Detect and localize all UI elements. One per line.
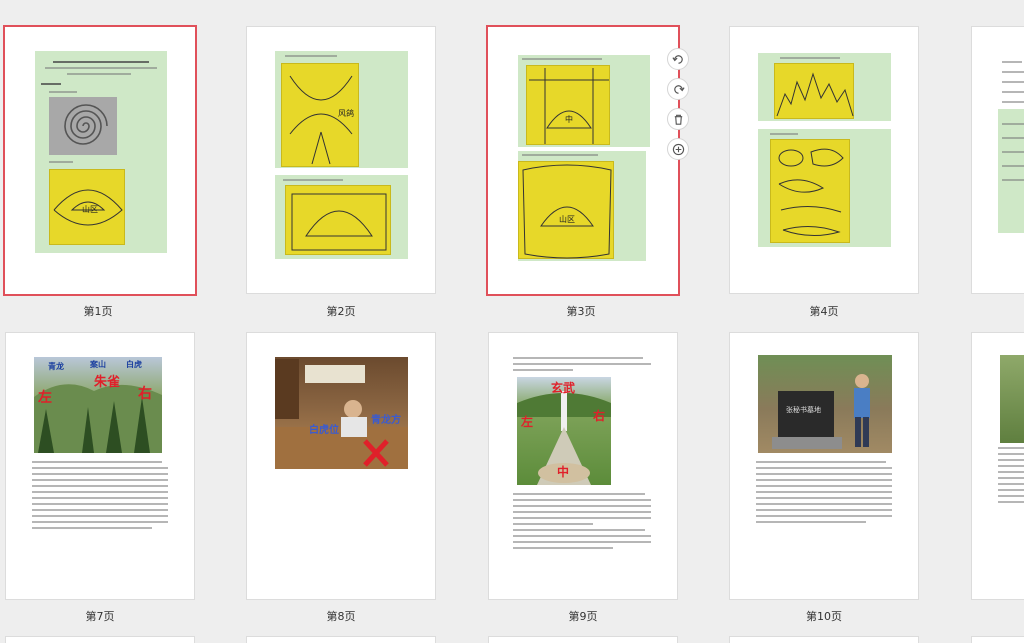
page-label-10: 第10页	[806, 610, 842, 623]
page-thumbnail-row3-2[interactable]	[246, 636, 436, 643]
page9-red-xuanwu: 玄武	[551, 381, 576, 395]
page3-caption-1	[522, 58, 602, 60]
page-thumbnail-4[interactable]	[729, 26, 919, 294]
rotate-left-icon	[671, 54, 683, 64]
page3-drawing-2: 山区	[518, 161, 614, 259]
plus-circle-icon	[672, 143, 684, 155]
page-thumbnail-row3-5[interactable]	[971, 636, 1024, 643]
page1-line	[45, 67, 157, 69]
page-label-1: 第1页	[83, 305, 113, 318]
page-thumbnail-8[interactable]: 白虎位 青龙方	[246, 332, 436, 600]
trash-icon	[674, 114, 682, 125]
page5-line	[1002, 151, 1024, 153]
page9-photo: 玄武 左 右 中	[517, 377, 611, 485]
page5-line	[1002, 137, 1024, 139]
page1-line	[67, 73, 131, 75]
page1-spiral-image	[49, 97, 117, 155]
page3-caption-2	[522, 154, 598, 156]
page5-line	[1002, 81, 1024, 83]
page5-line	[1002, 165, 1024, 167]
page1-sub-line	[49, 161, 73, 163]
page-label-8: 第8页	[326, 610, 356, 623]
page4-drawing-1	[774, 63, 854, 119]
page9-intro-text	[513, 357, 653, 375]
page2-drawing-1: 风鸽	[281, 63, 359, 167]
page-label-9: 第9页	[568, 610, 598, 623]
page-thumbnail-row3-3[interactable]	[488, 636, 678, 643]
page-label-3: 第3页	[566, 305, 596, 318]
page-label-7: 第7页	[85, 610, 115, 623]
page-toolbar	[667, 48, 691, 168]
page5-line	[1002, 123, 1024, 125]
page-thumbnail-row3-1[interactable]	[5, 636, 195, 643]
page10-photo: 张秘书墓地	[758, 355, 892, 453]
page2-drawing-2	[285, 185, 391, 255]
page11-photo	[1000, 355, 1024, 443]
page10-body-text	[756, 461, 894, 527]
page2-caption-1	[285, 55, 337, 57]
page5-line	[1002, 71, 1024, 73]
page7-photo: 青龙 案山 白虎 左 右 朱雀	[34, 357, 162, 453]
page5-line	[1002, 101, 1024, 103]
page-thumbnail-11[interactable]	[971, 332, 1024, 600]
page5-line	[1002, 91, 1024, 93]
page-thumbnail-1[interactable]: 山区	[3, 25, 197, 296]
page2-mark: 风鸽	[338, 109, 354, 118]
delete-button[interactable]	[667, 108, 689, 130]
page3-drawing-1: 中	[526, 65, 610, 145]
page-label-4: 第4页	[809, 305, 839, 318]
page4-caption-2	[770, 133, 798, 135]
page-thumbnail-2[interactable]: 风鸽	[246, 26, 436, 294]
page9-red-zuo: 左	[521, 415, 534, 429]
page3-center-1: 中	[565, 115, 573, 124]
page8-photo: 白虎位 青龙方	[275, 357, 408, 469]
page7-red-you: 右	[138, 386, 152, 402]
page-label-2: 第2页	[326, 305, 356, 318]
rotate-left-button[interactable]	[667, 48, 689, 70]
page10-stone-text: 张秘书墓地	[786, 406, 821, 414]
insert-page-button[interactable]	[667, 138, 689, 160]
rotate-right-icon	[673, 84, 685, 94]
page7-text-block	[32, 461, 170, 533]
page-thumbnail-5[interactable]	[971, 26, 1024, 294]
page-thumbnail-3[interactable]: 中 山区	[486, 25, 680, 296]
page7-label-anshan: 案山	[90, 360, 106, 369]
page-thumbnail-10[interactable]: 张秘书墓地	[729, 332, 919, 600]
page5-line	[1002, 179, 1024, 181]
page5-green-panel	[998, 109, 1024, 233]
page1-drawing-label: 山区	[82, 205, 98, 214]
page1-heading-line	[53, 61, 149, 63]
page1-drawing-image: 山区	[49, 169, 125, 245]
page5-line	[1002, 61, 1022, 63]
page1-section-line	[41, 83, 61, 85]
page3-center-2: 山区	[559, 215, 575, 224]
page4-drawing-2	[770, 139, 850, 243]
page7-red-zhuque: 朱雀	[94, 375, 121, 390]
page11-body-text	[998, 447, 1024, 507]
page1-sub-line	[49, 91, 77, 93]
page8-label-baihu: 白虎位	[309, 425, 339, 436]
page2-caption-2	[283, 179, 343, 181]
page7-label-baihu: 白虎	[126, 360, 142, 369]
page-thumbnail-row3-4[interactable]	[729, 636, 919, 643]
page-thumbnail-9[interactable]: 玄武 左 右 中	[488, 332, 678, 600]
page7-red-zuo: 左	[38, 390, 52, 406]
page9-red-zhong: 中	[557, 465, 570, 479]
page9-body-text	[513, 493, 653, 553]
page-thumbnail-7[interactable]: 青龙 案山 白虎 左 右 朱雀	[5, 332, 195, 600]
page7-label-qinglong: 青龙	[48, 362, 64, 371]
page4-caption-1	[780, 57, 840, 59]
page9-red-you: 右	[593, 409, 606, 423]
page8-label-qinglong: 青龙方	[371, 415, 401, 426]
rotate-right-button[interactable]	[667, 78, 689, 100]
